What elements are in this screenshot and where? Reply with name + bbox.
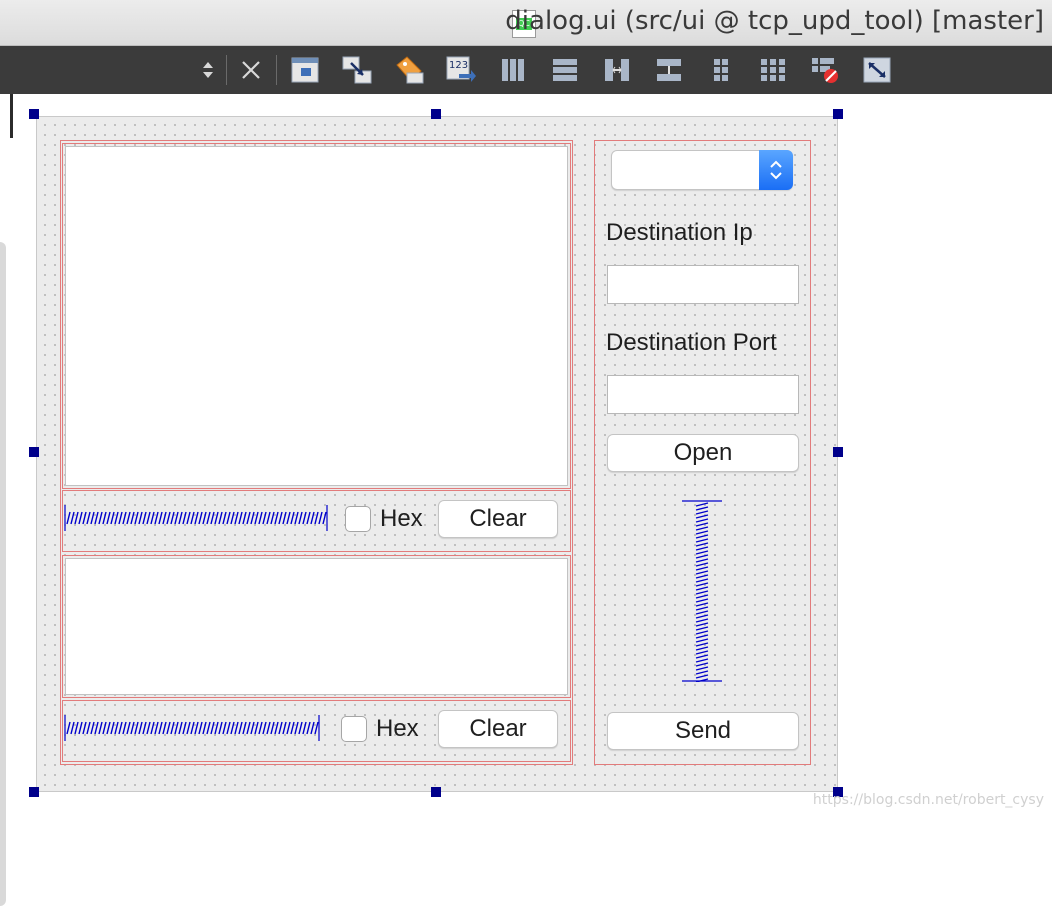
edit-signals-slots-icon[interactable] (341, 54, 373, 86)
edit-tab-order-icon[interactable]: 123 (445, 54, 477, 86)
resize-handle-top[interactable] (431, 109, 441, 119)
left-edge-marker (10, 94, 13, 138)
layout-vertical-icon[interactable] (549, 54, 581, 86)
svg-text:123: 123 (449, 60, 468, 71)
send-clear-button[interactable]: Clear (438, 710, 558, 748)
adjust-size-icon[interactable] (861, 54, 893, 86)
toolbar-separator (276, 55, 277, 85)
resize-handle-left[interactable] (29, 447, 39, 457)
open-button[interactable]: Open (607, 434, 799, 472)
resize-handle-bottom[interactable] (431, 787, 441, 797)
receive-clear-button[interactable]: Clear (438, 500, 558, 538)
sort-updown-icon[interactable] (192, 54, 224, 86)
resize-handle-right[interactable] (833, 447, 843, 457)
send-button[interactable]: Send (607, 712, 799, 750)
receive-hex-label: Hex (380, 505, 423, 532)
destination-ip-field[interactable] (607, 265, 799, 304)
protocol-combo-box[interactable] (611, 150, 793, 190)
resize-handle-top-left[interactable] (29, 109, 39, 119)
destination-ip-label: Destination Ip (606, 219, 753, 246)
designer-left-edge (0, 94, 14, 906)
side-scrollbar[interactable] (0, 242, 6, 906)
send-hex-label: Hex (376, 715, 419, 742)
layout-horizontal-splitter-icon[interactable] (601, 54, 633, 86)
right-vertical-spacer (682, 500, 722, 682)
layout-grid-icon[interactable] (757, 54, 789, 86)
resize-handle-top-right[interactable] (833, 109, 843, 119)
edit-widgets-icon[interactable] (289, 54, 321, 86)
send-horizontal-spacer (64, 715, 320, 741)
layout-horizontal-icon[interactable] (497, 54, 529, 86)
receive-horizontal-spacer (64, 505, 328, 531)
close-icon[interactable] (235, 54, 267, 86)
toolbar-separator (226, 55, 227, 85)
edit-buddies-icon[interactable] (393, 54, 425, 86)
send-text-area[interactable] (65, 558, 568, 695)
destination-port-field[interactable] (607, 375, 799, 414)
window-titlebar: QC dialog.ui (src/ui @ tcp_upd_tool) [ma… (0, 0, 1052, 46)
layout-vertical-splitter-icon[interactable] (653, 54, 685, 86)
combo-updown-icon[interactable] (759, 150, 793, 190)
watermark-text: https://blog.csdn.net/robert_cysy (812, 792, 1044, 808)
break-layout-icon[interactable] (809, 54, 841, 86)
resize-handle-bottom-left[interactable] (29, 787, 39, 797)
receive-text-area[interactable] (65, 146, 568, 486)
window-title: dialog.ui (src/ui @ tcp_upd_tool) [maste… (505, 6, 1044, 36)
layout-form-icon[interactable] (705, 54, 737, 86)
receive-hex-checkbox[interactable] (345, 506, 371, 532)
send-hex-checkbox[interactable] (341, 716, 367, 742)
destination-port-label: Destination Port (606, 329, 777, 356)
